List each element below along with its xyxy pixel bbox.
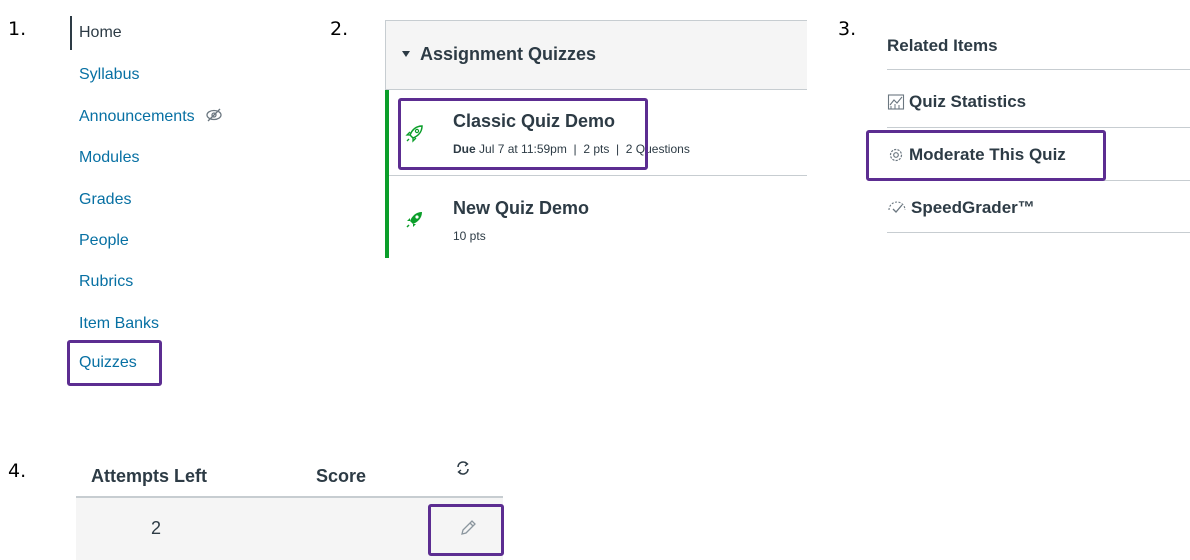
highlight-edit-pencil — [428, 504, 504, 556]
quiz-row-new[interactable]: New Quiz Demo 10 pts — [385, 176, 807, 258]
related-divider — [887, 127, 1190, 128]
speedgrader-label: SpeedGrader™ — [911, 198, 1035, 217]
active-indicator — [70, 16, 72, 50]
rocket-filled-icon — [406, 212, 422, 228]
attempts-left-value: 2 — [151, 518, 162, 538]
quiz-title-new[interactable]: New Quiz Demo — [453, 198, 589, 219]
related-items-title: Related Items — [887, 36, 998, 55]
quiz-statistics-link[interactable]: Quiz Statistics — [887, 92, 1026, 112]
attempts-left-header: Attempts Left — [91, 466, 207, 486]
speedgrader-link[interactable]: SpeedGrader™ — [887, 198, 1035, 218]
nav-item-grades[interactable]: Grades — [79, 185, 131, 215]
highlight-quizzes — [67, 340, 162, 386]
nav-item-syllabus[interactable]: Syllabus — [79, 60, 139, 90]
score-header: Score — [316, 466, 367, 486]
caret-down-icon — [402, 51, 410, 57]
step-number-4: 4. — [8, 460, 27, 482]
quiz-statistics-label: Quiz Statistics — [909, 92, 1027, 111]
chart-icon — [887, 94, 905, 110]
hidden-eye-icon — [206, 108, 222, 122]
step-number-1: 1. — [8, 18, 27, 40]
step-number-3: 3. — [838, 18, 857, 40]
published-indicator — [385, 90, 389, 258]
nav-item-rubrics[interactable]: Rubrics — [79, 267, 133, 297]
nav-item-modules[interactable]: Modules — [79, 143, 139, 173]
refresh-icon[interactable] — [455, 460, 471, 476]
related-divider — [887, 232, 1190, 233]
assignment-quizzes-header[interactable]: Assignment Quizzes — [385, 20, 807, 90]
related-divider — [887, 69, 1190, 70]
nav-item-announcements-label: Announcements — [79, 108, 195, 125]
step-number-2: 2. — [330, 18, 349, 40]
nav-item-announcements[interactable]: Announcements — [79, 102, 223, 132]
assignment-quizzes-title: Assignment Quizzes — [420, 44, 597, 64]
quiz-points-new: 10 pts — [453, 229, 486, 243]
highlight-moderate-quiz — [866, 130, 1106, 181]
nav-item-home[interactable]: Home — [79, 18, 122, 48]
highlight-classic-quiz — [398, 98, 648, 170]
speedgrader-icon — [888, 201, 906, 213]
nav-item-item-banks[interactable]: Item Banks — [79, 309, 159, 339]
nav-item-people[interactable]: People — [79, 226, 129, 256]
